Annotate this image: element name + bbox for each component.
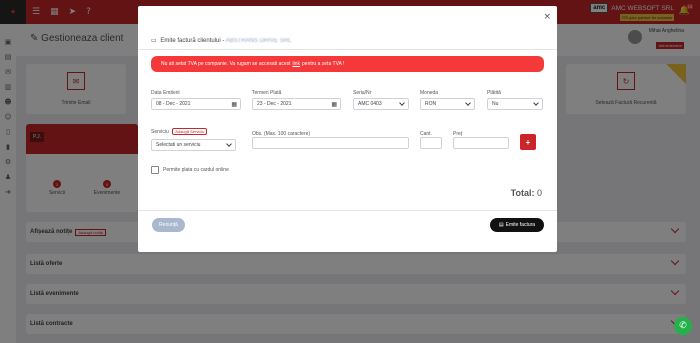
chevron-down-icon bbox=[465, 100, 471, 106]
whatsapp-icon[interactable]: ✆ bbox=[674, 317, 692, 335]
chevron-down-icon bbox=[399, 100, 405, 106]
calendar-icon[interactable]: ▦ bbox=[231, 101, 237, 108]
online-payment-row[interactable]: Permite plata cu cardul online bbox=[151, 166, 229, 174]
printer-icon: ▤ bbox=[498, 222, 504, 228]
vat-alert: Nu ati setat TVA pe companie. Va rugam s… bbox=[151, 56, 544, 72]
price-field[interactable] bbox=[453, 137, 509, 149]
paid-label: Plătită bbox=[487, 90, 501, 96]
currency-select[interactable]: RON bbox=[420, 98, 475, 110]
currency-label: Moneda bbox=[420, 90, 439, 96]
chevron-down-icon bbox=[533, 100, 539, 106]
series-select[interactable]: AMC 0403 bbox=[353, 98, 409, 110]
total-value: 0 bbox=[536, 188, 542, 198]
total-label: Total: bbox=[510, 188, 535, 198]
issue-date-label: Data Emiterii bbox=[151, 90, 180, 96]
cancel-button[interactable]: Renunță bbox=[152, 218, 185, 232]
series-label: Seria/Nr bbox=[353, 90, 372, 96]
vat-settings-link[interactable]: link bbox=[293, 61, 301, 67]
qty-field[interactable] bbox=[420, 137, 442, 149]
online-payment-checkbox[interactable] bbox=[151, 166, 159, 174]
due-date-field[interactable]: 23 - Dec - 2021 ▦ bbox=[252, 98, 341, 110]
service-label-row: Serviciu Adaugă Serviciu bbox=[151, 128, 208, 135]
add-line-button[interactable]: + bbox=[520, 134, 536, 150]
folder-icon: ▭ bbox=[151, 37, 157, 44]
total: Total: 0 bbox=[511, 188, 542, 198]
divider bbox=[138, 210, 557, 211]
invoice-modal: × ▭ Emite factură clientului - ABSTRANS … bbox=[138, 6, 557, 252]
issue-date-field[interactable]: 08 - Dec - 2021 ▦ bbox=[151, 98, 241, 110]
obs-field[interactable] bbox=[252, 137, 409, 149]
client-name: ABSTRANS DRIVE SRL bbox=[225, 38, 292, 44]
calendar-icon[interactable]: ▦ bbox=[331, 101, 337, 108]
online-payment-label: Permite plata cu cardul online bbox=[163, 167, 229, 173]
modal-title: ▭ Emite factură clientului - ABSTRANS DR… bbox=[151, 37, 291, 44]
alert-text: Nu ati setat TVA pe companie. Va rugam s… bbox=[161, 61, 291, 67]
alert-text-end: pentru a seta TVA ! bbox=[302, 61, 345, 67]
due-date-label: Termen Plată bbox=[252, 90, 282, 96]
close-icon[interactable]: × bbox=[543, 12, 551, 22]
emit-invoice-label: Emite factura bbox=[505, 222, 536, 228]
service-select[interactable]: Selectati un serviciu bbox=[151, 139, 236, 151]
modal-title-text: Emite factură clientului - bbox=[160, 38, 225, 44]
chevron-down-icon bbox=[226, 141, 232, 147]
add-service-button[interactable]: Adaugă Serviciu bbox=[172, 128, 208, 135]
emit-invoice-button[interactable]: ▤ Emite factura bbox=[490, 218, 544, 232]
paid-select[interactable]: Nu bbox=[487, 98, 543, 110]
divider bbox=[138, 49, 557, 50]
service-label: Serviciu bbox=[151, 129, 169, 135]
